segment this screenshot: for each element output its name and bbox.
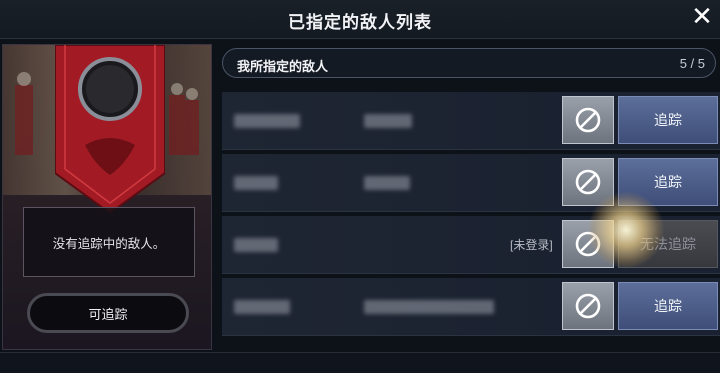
- enemy-row: 追踪: [222, 278, 720, 336]
- track-button-disabled: 无法追踪: [618, 220, 718, 268]
- blurred-enemy-name: [234, 114, 300, 128]
- trackable-button[interactable]: 可追踪: [27, 293, 189, 333]
- enemy-row: 追踪: [222, 154, 720, 212]
- block-icon: [575, 169, 601, 195]
- title-bar: 已指定的敌人列表 ✕: [0, 0, 720, 39]
- enemy-row: 追踪: [222, 92, 720, 150]
- track-button[interactable]: 追踪: [618, 282, 718, 330]
- track-button[interactable]: 追踪: [618, 158, 718, 206]
- trackable-label: 可追踪: [88, 306, 128, 322]
- track-button[interactable]: 追踪: [618, 96, 718, 144]
- bottom-bar: [0, 352, 720, 373]
- offline-label: [未登录]: [510, 238, 553, 252]
- blurred-enemy-name: [234, 176, 278, 190]
- blurred-enemy-guild: [364, 300, 494, 314]
- blurred-enemy-name: [234, 238, 278, 252]
- blurred-enemy-guild: [364, 114, 412, 128]
- tracking-status-text: 没有追踪中的敌人。: [52, 236, 166, 251]
- window-title: 已指定的敌人列表: [288, 13, 432, 32]
- block-button[interactable]: [562, 220, 614, 268]
- blurred-enemy-name: [234, 300, 290, 314]
- enemy-list-header: 我所指定的敌人 5 / 5: [222, 48, 716, 78]
- block-icon: [575, 107, 601, 133]
- tracking-status-box: 没有追踪中的敌人。: [23, 207, 195, 277]
- block-icon: [575, 231, 601, 257]
- block-button[interactable]: [562, 158, 614, 206]
- close-icon[interactable]: ✕: [690, 3, 714, 29]
- blurred-enemy-guild: [364, 176, 410, 190]
- emblem-banner: [55, 45, 165, 215]
- tracking-panel: 没有追踪中的敌人。 可追踪: [2, 44, 212, 350]
- list-header-label: 我所指定的敌人: [237, 59, 329, 74]
- block-button[interactable]: [562, 282, 614, 330]
- enemy-count: 5 / 5: [679, 56, 705, 71]
- enemy-row: [未登录] 无法追踪: [222, 216, 720, 274]
- block-button[interactable]: [562, 96, 614, 144]
- block-icon: [575, 293, 601, 319]
